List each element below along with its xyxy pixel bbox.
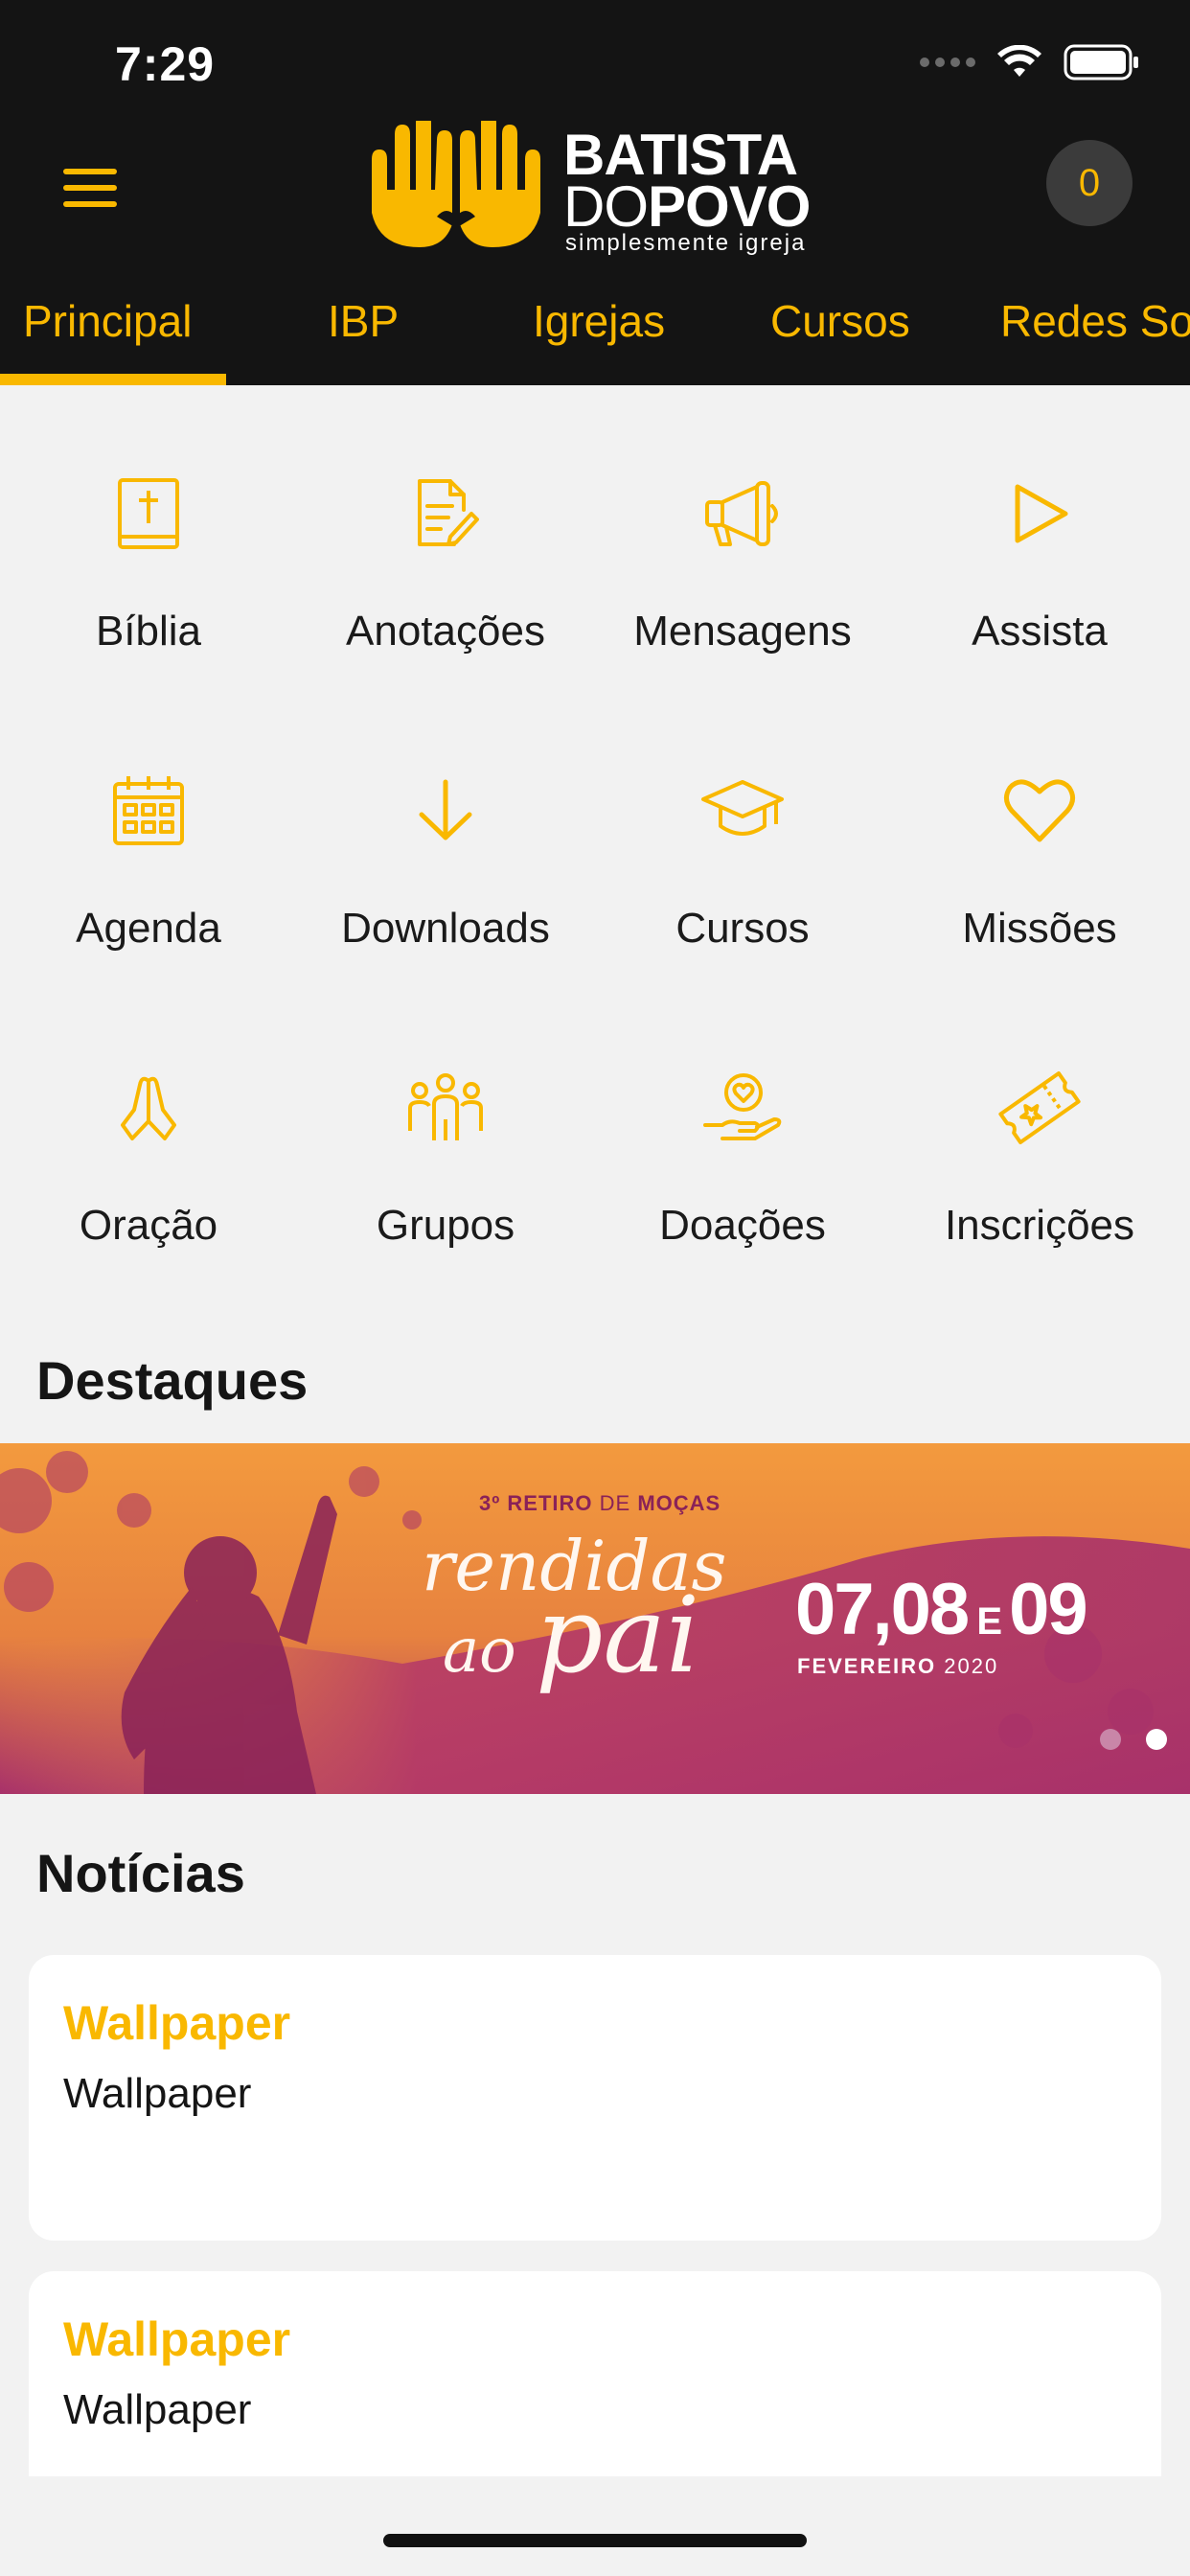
news-card-title: Wallpaper bbox=[63, 2312, 291, 2366]
shortcut-missoes[interactable]: Missões bbox=[891, 682, 1188, 970]
megaphone-icon bbox=[703, 477, 784, 550]
banner-dates: 07,08 E 09 bbox=[795, 1569, 1088, 1650]
hands-doves-logo-icon bbox=[372, 121, 540, 247]
tab-bar: Principal IBP Igrejas Cursos Redes So bbox=[0, 280, 1190, 385]
tab-cursos[interactable]: Cursos bbox=[770, 295, 910, 347]
hamburger-menu-icon[interactable] bbox=[63, 169, 117, 207]
shortcut-label: Missões bbox=[962, 905, 1117, 952]
carousel-dot-1[interactable] bbox=[1100, 1729, 1121, 1750]
banner-script-line2: ao pai bbox=[443, 1574, 700, 1696]
battery-icon bbox=[1064, 44, 1138, 80]
shortcut-label: Anotações bbox=[346, 608, 545, 655]
shortcut-oracao[interactable]: Oração bbox=[0, 979, 297, 1267]
wifi-icon bbox=[997, 45, 1041, 77]
shortcut-label: Mensagens bbox=[633, 608, 852, 655]
shortcut-cursos[interactable]: Cursos bbox=[594, 682, 891, 970]
news-title: Notícias bbox=[36, 1843, 245, 1903]
shortcut-biblia[interactable]: Bíblia bbox=[0, 385, 297, 673]
shortcut-label: Oração bbox=[79, 1202, 218, 1249]
cart-count-badge[interactable]: 0 bbox=[1046, 140, 1133, 226]
news-card-subtitle: Wallpaper bbox=[63, 2386, 252, 2433]
shortcut-mensagens[interactable]: Mensagens bbox=[594, 385, 891, 673]
shortcut-label: Bíblia bbox=[95, 608, 202, 655]
cellular-signal-icon bbox=[920, 58, 975, 67]
news-card[interactable]: Wallpaper Wallpaper bbox=[29, 1955, 1161, 2241]
highlights-title: Destaques bbox=[36, 1350, 309, 1411]
shortcut-anotacoes[interactable]: Anotações bbox=[297, 385, 594, 673]
highlight-banner[interactable]: 3º RETIRO DE MOÇAS rendidas ao pai 07,08… bbox=[0, 1443, 1190, 1794]
calendar-icon bbox=[111, 774, 186, 847]
shortcut-doacoes[interactable]: Doações bbox=[594, 979, 891, 1267]
shortcut-label: Cursos bbox=[675, 905, 810, 952]
shortcut-label: Doações bbox=[659, 1202, 826, 1249]
banner-kicker: 3º RETIRO DE MOÇAS bbox=[479, 1491, 721, 1515]
news-card-title: Wallpaper bbox=[63, 1996, 291, 2050]
shortcut-label: Grupos bbox=[376, 1202, 515, 1249]
heart-icon bbox=[1002, 774, 1077, 847]
tab-principal[interactable]: Principal bbox=[23, 295, 192, 347]
carousel-dot-2-active[interactable] bbox=[1146, 1729, 1167, 1750]
shortcut-grid: Bíblia Anotações Mensagens Assista Agend… bbox=[0, 385, 1190, 1286]
status-icons bbox=[920, 44, 1140, 80]
play-icon bbox=[1006, 477, 1073, 550]
tab-ibp[interactable]: IBP bbox=[328, 295, 399, 347]
home-indicator[interactable] bbox=[383, 2534, 807, 2547]
brand-logo: BATISTA DOPOVO simplesmente igreja bbox=[362, 121, 841, 256]
ticket-icon bbox=[996, 1071, 1083, 1144]
shortcut-grupos[interactable]: Grupos bbox=[297, 979, 594, 1267]
banner-month: FEVEREIRO 2020 bbox=[797, 1654, 999, 1678]
bottom-safe-area bbox=[0, 2476, 1190, 2576]
shortcut-label: Inscrições bbox=[944, 1202, 1135, 1249]
active-tab-indicator bbox=[0, 374, 226, 385]
header: 7:29 BATISTA DOPOVO simplesmente igreja … bbox=[0, 0, 1190, 385]
shortcut-label: Agenda bbox=[76, 905, 221, 952]
app-screen: 7:29 BATISTA DOPOVO simplesmente igreja … bbox=[0, 0, 1190, 2576]
tab-igrejas[interactable]: Igrejas bbox=[533, 295, 665, 347]
brand-line2: DOPOVO bbox=[563, 174, 811, 239]
shortcut-inscricoes[interactable]: Inscrições bbox=[891, 979, 1188, 1267]
news-card-subtitle: Wallpaper bbox=[63, 2070, 252, 2117]
tab-redes-sociais[interactable]: Redes So bbox=[1000, 295, 1190, 347]
brand-tagline: simplesmente igreja bbox=[565, 230, 807, 256]
shortcut-label: Assista bbox=[972, 608, 1108, 655]
shortcut-downloads[interactable]: Downloads bbox=[297, 682, 594, 970]
shortcut-label: Downloads bbox=[341, 905, 550, 952]
bible-icon bbox=[115, 477, 182, 550]
status-time: 7:29 bbox=[115, 37, 216, 91]
shortcut-agenda[interactable]: Agenda bbox=[0, 682, 297, 970]
notes-icon bbox=[412, 477, 479, 550]
group-icon bbox=[406, 1071, 485, 1144]
graduation-cap-icon bbox=[699, 774, 786, 847]
praying-hands-icon bbox=[115, 1071, 182, 1144]
shortcut-assista[interactable]: Assista bbox=[891, 385, 1188, 673]
donation-hand-icon bbox=[701, 1071, 784, 1144]
download-icon bbox=[412, 774, 479, 847]
